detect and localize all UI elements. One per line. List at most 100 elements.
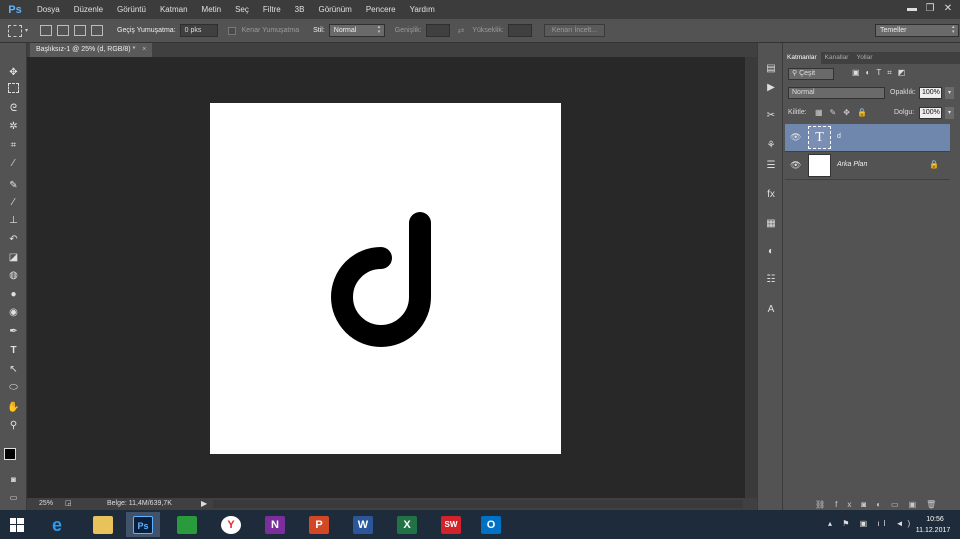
restore-button[interactable]: ❐ (922, 2, 938, 16)
crop-tool-icon[interactable]: ⌗ (5, 138, 22, 153)
tools-presets-icon[interactable]: ✂ (763, 109, 779, 123)
layer-row-text[interactable]: 👁 T d (785, 124, 950, 152)
feather-input[interactable]: 0 pks (179, 24, 218, 37)
close-button[interactable]: ✕ (940, 2, 956, 16)
menu-type[interactable]: Metin (195, 0, 229, 19)
width-input[interactable] (425, 24, 450, 37)
marquee-tool-preset-icon[interactable] (8, 24, 22, 37)
ellipse-tool-icon[interactable]: ⬭ (5, 380, 22, 395)
clone-stamp-icon[interactable]: ⊥ (5, 213, 22, 228)
clock-date[interactable]: 11.12.2017 (910, 527, 956, 534)
swatches-icon[interactable]: ▦ (763, 217, 779, 231)
taskbar-app-word[interactable]: W (346, 512, 380, 537)
styles-fx-icon[interactable]: fx (763, 188, 779, 202)
menu-image[interactable]: Görüntü (110, 0, 153, 19)
menu-help[interactable]: Yardım (403, 0, 442, 19)
antialias-checkbox[interactable] (227, 26, 236, 35)
foreground-color-swatch[interactable] (4, 448, 16, 460)
menu-filter[interactable]: Filtre (256, 0, 288, 19)
system-tray-icons[interactable]: ▴ ⚑ ▣ ıl ◄) (828, 519, 914, 528)
taskbar-app-store[interactable] (170, 512, 204, 537)
new-selection-icon[interactable] (40, 25, 53, 36)
menu-select[interactable]: Seç (228, 0, 256, 19)
properties-icon[interactable]: ☷ (763, 273, 779, 287)
swap-icon[interactable]: ⇄ (458, 26, 465, 35)
eyedropper-icon[interactable]: ⁄ (5, 156, 22, 171)
add-selection-icon[interactable] (57, 25, 70, 36)
menu-file[interactable]: Dosya (30, 0, 67, 19)
document-canvas[interactable] (210, 103, 561, 454)
paint-bucket-icon[interactable]: ◍ (5, 268, 22, 283)
layer-row-background[interactable]: 👁 Arka Plan 🔒 (785, 152, 950, 180)
healing-brush-icon[interactable]: ✎ (5, 178, 22, 193)
pen-tool-icon[interactable]: ✒ (5, 324, 22, 339)
style-select[interactable]: Normal (328, 24, 385, 37)
taskbar-app-yandex-browser[interactable]: Y (214, 512, 248, 537)
history-icon[interactable]: ▤ (763, 62, 779, 76)
status-menu-arrow-icon[interactable]: ▶ (201, 499, 207, 508)
clock-time[interactable]: 10:56 (918, 516, 952, 523)
color-icon[interactable]: ◐ (763, 245, 779, 259)
fill-input[interactable]: 100% (919, 107, 942, 119)
intersect-selection-icon[interactable] (91, 25, 104, 36)
quick-mask-icon[interactable]: ◙ (5, 472, 22, 487)
taskbar-app-powerpoint[interactable]: P (302, 512, 336, 537)
close-tab-icon[interactable]: × (142, 46, 146, 53)
subtract-selection-icon[interactable] (74, 25, 87, 36)
taskbar-app-outlook[interactable]: O (474, 512, 508, 537)
taskbar-app-excel[interactable]: X (390, 512, 424, 537)
layer-name[interactable]: Arka Plan (837, 161, 867, 168)
horizontal-scrollbar[interactable] (213, 500, 743, 508)
menu-3d[interactable]: 3B (288, 0, 312, 19)
taskbar-app-file-explorer[interactable] (86, 512, 120, 537)
blend-mode-select[interactable]: Normal (788, 87, 885, 99)
layer-name[interactable]: d (837, 133, 841, 140)
history-brush-icon[interactable]: ↶ (5, 232, 22, 247)
minimize-button[interactable]: ▬ (904, 2, 920, 16)
taskbar-app-solidworks[interactable]: SW (434, 512, 468, 537)
tab-paths[interactable]: Yollar (852, 52, 876, 64)
export-icon[interactable]: ◲ (65, 499, 72, 507)
visibility-eye-icon[interactable]: 👁 (790, 160, 801, 171)
magic-wand-icon[interactable]: ✲ (5, 119, 22, 134)
tab-channels[interactable]: Kanallar (821, 52, 853, 64)
brush-tool-icon[interactable]: ∕ (5, 195, 22, 210)
height-input[interactable] (507, 24, 532, 37)
marquee-tool-icon[interactable] (8, 83, 19, 93)
hand-tool-icon[interactable]: ✋ (5, 400, 22, 415)
lock-options-icons[interactable]: ▦✎✥🔒 (815, 108, 874, 117)
layer-filter-select[interactable]: ⚲ Çeşit (788, 68, 834, 80)
document-tab[interactable]: Başlıksız-1 @ 25% (d, RGB/8) * × (30, 43, 153, 57)
refine-edge-button[interactable]: Kenarı İncelt... (543, 24, 605, 37)
opacity-input[interactable]: 100% (919, 87, 942, 99)
dodge-tool-icon[interactable]: ◉ (5, 305, 22, 320)
zoom-tool-icon[interactable]: ⚲ (5, 418, 22, 433)
tab-layers[interactable]: Katmanlar (783, 52, 821, 64)
blur-tool-icon[interactable]: ● (5, 287, 22, 302)
taskbar-app-onenote[interactable]: N (258, 512, 292, 537)
type-tool-icon[interactable]: T (5, 343, 22, 358)
lasso-tool-icon[interactable]: ᘓ (5, 101, 22, 116)
start-button[interactable] (4, 512, 30, 537)
zoom-level[interactable]: 25% (39, 500, 53, 507)
taskbar-app-photoshop[interactable]: Ps (126, 512, 160, 537)
visibility-eye-icon[interactable]: 👁 (790, 132, 801, 143)
character-icon[interactable]: A (763, 303, 779, 317)
eraser-icon[interactable]: ◪ (5, 250, 22, 265)
layer-actions-icons[interactable]: ⛓fx◙◐▭▣🗑 (815, 500, 946, 509)
chevron-down-icon[interactable]: ▾ (25, 27, 28, 34)
path-selection-icon[interactable]: ↖ (5, 362, 22, 377)
screen-mode-icon[interactable]: ▭ (5, 490, 22, 505)
layer-filter-icons[interactable]: ▣◐T⌗◩ (852, 68, 911, 78)
workspace-select[interactable]: Temeller (875, 24, 959, 37)
taskbar-app-internet-explorer[interactable]: e (40, 512, 74, 537)
opacity-chevron-icon[interactable]: ▾ (945, 87, 954, 99)
move-tool-icon[interactable]: ✥ (5, 65, 22, 80)
menu-window[interactable]: Pencere (359, 0, 403, 19)
menu-edit[interactable]: Düzenle (67, 0, 110, 19)
menu-layer[interactable]: Katman (153, 0, 195, 19)
vertical-scrollbar[interactable] (745, 57, 757, 498)
menu-view[interactable]: Görünüm (311, 0, 358, 19)
brush-panel-icon[interactable]: ⚘ (763, 139, 779, 153)
adjustments-icon[interactable]: ☰ (763, 159, 779, 173)
